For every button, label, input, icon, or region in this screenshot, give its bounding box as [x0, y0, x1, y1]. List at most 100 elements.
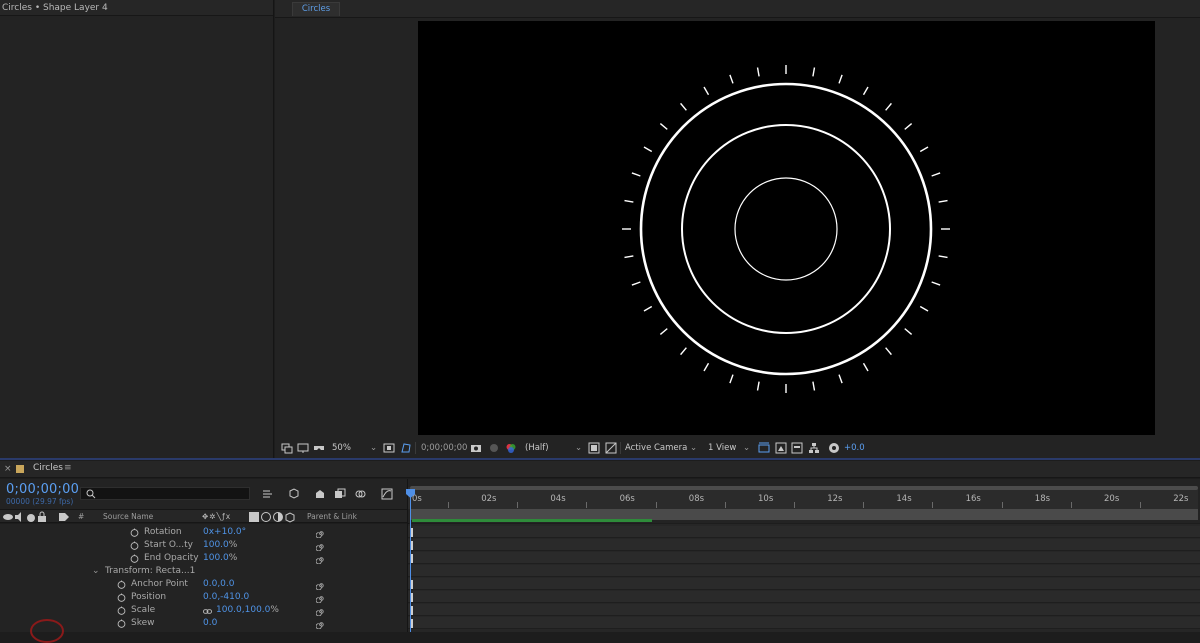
property-name: Start O...ty: [144, 540, 194, 550]
track-row[interactable]: [408, 591, 1200, 603]
disclosure-chevron-down-icon[interactable]: ⌄: [92, 566, 100, 576]
track-row[interactable]: [408, 578, 1200, 590]
property-row-scale: Scale 100.0,100.0%: [0, 605, 408, 618]
mask-visibility-icon[interactable]: [400, 442, 412, 454]
stopwatch-icon[interactable]: [117, 619, 126, 628]
resolution-select[interactable]: (Half): [525, 441, 549, 455]
zoom-chevron-down-icon[interactable]: ⌄: [370, 441, 377, 455]
composition-mini-flowchart-icon[interactable]: [262, 488, 274, 500]
ruler-mark: [517, 502, 519, 508]
track-row[interactable]: [408, 565, 1200, 577]
transparency-grid-icon[interactable]: [605, 442, 617, 454]
effect-controls-title: Circles • Shape Layer 4: [2, 3, 108, 13]
value-number[interactable]: 100.0: [203, 540, 229, 550]
time-navigator-bar[interactable]: [410, 486, 1198, 490]
color-channels-icon[interactable]: [505, 442, 517, 454]
column-source-name[interactable]: Source Name: [103, 512, 153, 521]
pick-whip-icon[interactable]: [316, 620, 325, 629]
region-of-interest-icon[interactable]: [588, 442, 600, 454]
reset-exposure-icon[interactable]: [828, 442, 840, 454]
monitor-icon[interactable]: [297, 442, 309, 454]
tick-mark: [838, 74, 843, 84]
pick-whip-icon[interactable]: [316, 581, 325, 590]
fit-frame-icon[interactable]: [383, 442, 395, 454]
pick-whip-icon[interactable]: [316, 529, 325, 538]
draft-3d-icon[interactable]: [288, 487, 300, 499]
property-value[interactable]: 0x+10.0°: [203, 527, 246, 537]
audio-icon[interactable]: [13, 511, 23, 522]
track-row[interactable]: [408, 539, 1200, 551]
time-ruler[interactable]: [408, 487, 1198, 509]
close-tab-icon[interactable]: ×: [4, 464, 12, 474]
toggle-pixel-aspect-icon[interactable]: [758, 442, 770, 454]
camera-snapshot-icon[interactable]: [470, 442, 482, 454]
pick-whip-icon[interactable]: [316, 607, 325, 616]
track-row[interactable]: [408, 617, 1200, 629]
pick-whip-icon[interactable]: [316, 594, 325, 603]
camera-select[interactable]: Active Camera: [625, 441, 687, 455]
viewer-timecode[interactable]: 0;00;00;00: [421, 441, 467, 455]
eye-icon[interactable]: [2, 511, 13, 521]
track-row[interactable]: [408, 604, 1200, 616]
timeline-icon[interactable]: [791, 442, 803, 454]
column-parent-link[interactable]: Parent & Link: [307, 512, 357, 521]
ruler-mark: [863, 502, 865, 508]
property-name: End Opacity: [144, 553, 199, 563]
show-snapshot-icon[interactable]: [488, 442, 500, 454]
ruler-mark: [1070, 502, 1072, 508]
frame-rate-display: 00000 (29.97 fps): [6, 497, 74, 506]
viewer-tab-circles[interactable]: Circles: [292, 2, 340, 16]
views-select[interactable]: 1 View: [708, 441, 736, 455]
always-preview-icon[interactable]: [281, 442, 293, 454]
ruler-label: 12s: [827, 494, 843, 504]
layer-search-input[interactable]: [80, 487, 250, 500]
stopwatch-icon[interactable]: [130, 554, 139, 563]
exposure-value[interactable]: +0.0: [844, 441, 865, 455]
zoom-select[interactable]: 50%: [332, 441, 351, 455]
camera-chevron-down-icon[interactable]: ⌄: [690, 441, 697, 455]
property-value[interactable]: 100.0%: [203, 540, 237, 550]
lock-icon[interactable]: [36, 511, 46, 522]
motion-blur-icon[interactable]: [354, 488, 366, 500]
tick-mark: [885, 102, 892, 111]
graph-editor-icon[interactable]: [381, 488, 393, 500]
fast-previews-icon[interactable]: [775, 442, 787, 454]
property-value[interactable]: 0.0: [203, 618, 217, 628]
pick-whip-icon[interactable]: [316, 542, 325, 551]
constrain-proportions-link-icon[interactable]: [203, 607, 212, 616]
vr-goggles-icon[interactable]: [313, 442, 325, 454]
pick-whip-icon[interactable]: [316, 555, 325, 564]
track-row[interactable]: [408, 526, 1200, 538]
stopwatch-icon[interactable]: [117, 593, 126, 602]
resolution-chevron-down-icon[interactable]: ⌄: [575, 441, 582, 455]
playhead-handle-icon[interactable]: [405, 488, 416, 499]
timeline-tab-circles[interactable]: Circles: [33, 463, 63, 473]
property-value[interactable]: 100.0%: [203, 553, 237, 563]
playhead-line[interactable]: [410, 490, 411, 632]
track-row[interactable]: [408, 552, 1200, 564]
property-value[interactable]: 0.0,-410.0: [203, 592, 249, 602]
shy-layers-icon[interactable]: [314, 488, 326, 500]
property-value[interactable]: 0.0,0.0: [203, 579, 235, 589]
label-tag-icon[interactable]: [58, 511, 69, 521]
toolbar-separator: [415, 442, 416, 454]
tab-menu-icon[interactable]: ≡: [64, 463, 72, 473]
ruler-label: 22s: [1173, 494, 1189, 504]
property-value[interactable]: 100.0,100.0%: [216, 605, 279, 615]
tick-mark: [904, 328, 913, 335]
ruler-mark: [794, 502, 795, 508]
value-number[interactable]: 100.0: [203, 553, 229, 563]
current-time-display[interactable]: 0;00;00;00: [6, 482, 79, 497]
stopwatch-icon[interactable]: [117, 580, 126, 589]
property-group-transform[interactable]: ⌄ Transform: Recta...1: [0, 566, 408, 579]
stopwatch-icon[interactable]: [130, 528, 139, 537]
effect-controls-panel: [0, 0, 274, 460]
composition-canvas[interactable]: [418, 21, 1155, 435]
stopwatch-icon[interactable]: [117, 606, 126, 615]
views-chevron-down-icon[interactable]: ⌄: [743, 441, 750, 455]
frame-blending-icon[interactable]: [334, 488, 346, 500]
value-number[interactable]: 100.0,100.0: [216, 605, 270, 615]
stopwatch-icon[interactable]: [130, 541, 139, 550]
solo-icon[interactable]: [25, 512, 35, 522]
flowchart-icon[interactable]: [808, 442, 820, 454]
